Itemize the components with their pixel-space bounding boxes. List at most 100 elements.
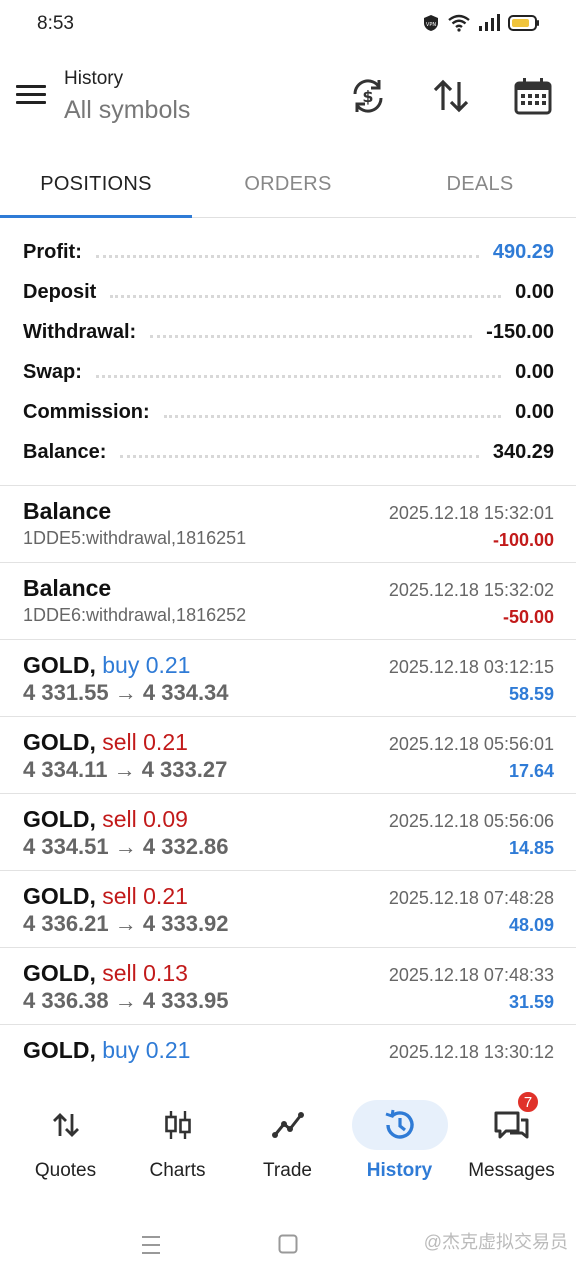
arrow-icon: →	[114, 911, 137, 936]
position-symbol: GOLD,	[23, 883, 96, 909]
position-time: 2025.12.18 03:12:15	[388, 657, 554, 677]
chat-icon	[464, 1100, 560, 1150]
position-symbol: GOLD,	[23, 1037, 96, 1063]
position-prices: 4 334.11 → 4 333.27	[23, 757, 227, 783]
calendar-icon[interactable]	[513, 76, 553, 116]
position-prices: 4 331.55 → 4 334.34	[23, 680, 229, 706]
position-side: sell 0.21	[102, 729, 188, 755]
tab-orders[interactable]: ORDERS	[192, 150, 384, 218]
nav-messages[interactable]: 7 Messages	[454, 1086, 569, 1196]
position-title: GOLD, sell 0.13	[23, 960, 188, 987]
summary-row-deposit: Deposit 0.00	[0, 272, 576, 312]
tab-positions[interactable]: POSITIONS	[0, 150, 192, 218]
position-symbol: GOLD,	[23, 652, 96, 678]
summary-label: Commission:	[23, 400, 150, 423]
price-open: 4 334.11	[23, 757, 108, 782]
position-profit: 48.09	[508, 915, 554, 935]
position-profit: 58.59	[508, 684, 554, 704]
list-item[interactable]: GOLD, sell 0.09 4 334.51 → 4 332.86 2025…	[0, 794, 576, 871]
summary-panel: Profit: 490.29 Deposit 0.00 Withdrawal: …	[0, 232, 576, 472]
recents-icon[interactable]	[140, 1234, 162, 1256]
summary-row-commission: Commission: 0.00	[0, 392, 576, 432]
nav-label: History	[366, 1160, 433, 1181]
position-symbol: GOLD,	[23, 729, 96, 755]
list-item[interactable]: GOLD, sell 0.21 4 336.21 → 4 333.92 2025…	[0, 871, 576, 948]
app-bar: History All symbols $	[0, 50, 576, 150]
arrow-icon: →	[114, 834, 137, 859]
tab-bar: POSITIONS ORDERS DEALS	[0, 150, 576, 218]
position-prices: 4 336.38 → 4 333.95	[23, 988, 229, 1014]
status-bar: 8:53 VPN	[0, 0, 576, 50]
position-prices: 4 336.21 → 4 333.92	[23, 911, 229, 937]
operation-title: Balance	[23, 498, 112, 524]
nav-label: Messages	[468, 1160, 555, 1181]
price-open: 4 336.21	[23, 911, 109, 936]
nav-history[interactable]: History	[342, 1086, 457, 1196]
summary-label: Deposit	[23, 280, 97, 303]
position-profit: 17.64	[508, 761, 554, 781]
operation-time: 2025.12.18 15:32:02	[388, 580, 554, 600]
nav-label: Charts	[149, 1160, 206, 1181]
position-side: buy 0.21	[102, 1037, 191, 1063]
nav-label: Quotes	[34, 1160, 97, 1181]
list-item[interactable]: Balance 1DDE6:withdrawal,1816252 2025.12…	[0, 563, 576, 640]
wifi-icon	[448, 14, 470, 32]
arrow-icon: →	[114, 680, 137, 705]
tab-indicator	[0, 215, 192, 218]
operation-amount: -100.00	[492, 530, 554, 550]
status-time: 8:53	[37, 13, 74, 34]
list-item[interactable]: GOLD, buy 0.21 2025.12.18 13:30:12	[0, 1025, 576, 1072]
status-icons: VPN	[422, 14, 540, 32]
summary-value: 0.00	[515, 400, 554, 423]
summary-label: Withdrawal:	[23, 320, 137, 343]
position-time: 2025.12.18 07:48:28	[388, 888, 554, 908]
operation-title: Balance	[23, 575, 112, 601]
bottom-navigation: Quotes Charts Trade History 7 Messages	[0, 1086, 576, 1196]
sort-icon[interactable]	[431, 76, 471, 116]
position-time: 2025.12.18 07:48:33	[388, 965, 554, 985]
trade-line-icon	[240, 1100, 336, 1150]
position-symbol: GOLD,	[23, 806, 96, 832]
position-title: GOLD, sell 0.21	[23, 883, 188, 910]
summary-value: 0.00	[515, 360, 554, 383]
position-side: buy 0.21	[102, 652, 191, 678]
price-close: 4 334.34	[142, 680, 229, 705]
position-time: 2025.12.18 05:56:01	[388, 734, 554, 754]
symbol-filter[interactable]: All symbols	[64, 96, 190, 125]
nav-trade[interactable]: Trade	[230, 1086, 345, 1196]
price-open: 4 334.51	[23, 834, 109, 859]
summary-row-swap: Swap: 0.00	[0, 352, 576, 392]
watermark: @杰克虚拟交易员	[423, 1232, 568, 1252]
menu-icon[interactable]	[14, 80, 50, 112]
list-item[interactable]: GOLD, buy 0.21 4 331.55 → 4 334.34 2025.…	[0, 640, 576, 717]
system-navigation: @杰克虚拟交易员	[0, 1210, 576, 1280]
position-time: 2025.12.18 13:30:12	[388, 1042, 554, 1062]
currency-sync-icon[interactable]: $	[348, 76, 388, 116]
nav-quotes[interactable]: Quotes	[8, 1086, 123, 1196]
list-item[interactable]: GOLD, sell 0.21 4 334.11 → 4 333.27 2025…	[0, 717, 576, 794]
candlestick-icon	[130, 1100, 226, 1150]
svg-text:VPN: VPN	[426, 22, 436, 28]
summary-label: Swap:	[23, 360, 82, 383]
message-count-badge: 7	[516, 1090, 540, 1114]
history-list[interactable]: Balance 1DDE5:withdrawal,1816251 2025.12…	[0, 486, 576, 1072]
list-item[interactable]: Balance 1DDE5:withdrawal,1816251 2025.12…	[0, 486, 576, 563]
summary-label: Profit:	[23, 240, 82, 263]
operation-comment: 1DDE6:withdrawal,1816252	[23, 605, 247, 625]
summary-row-balance: Balance: 340.29	[0, 432, 576, 472]
summary-label: Balance:	[23, 440, 107, 463]
position-profit: 14.85	[508, 838, 554, 858]
list-item[interactable]: GOLD, sell 0.13 4 336.38 → 4 333.95 2025…	[0, 948, 576, 1025]
position-profit: 31.59	[508, 992, 554, 1012]
position-symbol: GOLD,	[23, 960, 96, 986]
page-title: History	[64, 68, 124, 89]
nav-charts[interactable]: Charts	[120, 1086, 235, 1196]
position-title: GOLD, sell 0.21	[23, 729, 188, 756]
price-open: 4 336.38	[23, 988, 109, 1013]
tab-deals[interactable]: DEALS	[384, 150, 576, 218]
position-side: sell 0.09	[102, 806, 188, 832]
signal-icon	[479, 14, 500, 31]
position-side: sell 0.21	[102, 883, 188, 909]
history-clock-icon	[351, 1100, 448, 1150]
home-icon[interactable]	[278, 1234, 298, 1254]
